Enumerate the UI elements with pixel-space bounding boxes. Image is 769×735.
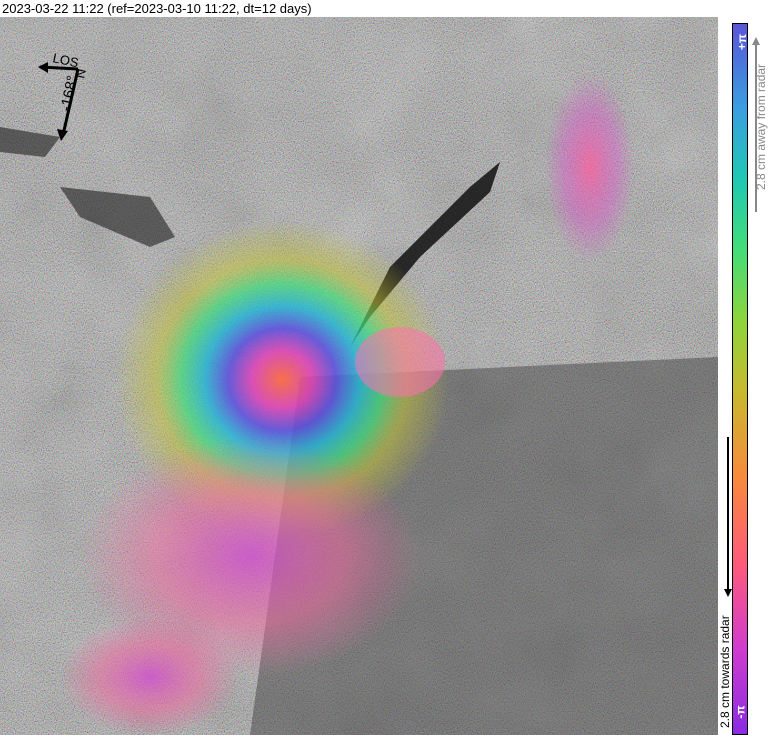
towards-radar-label: 2.8 cm towards radar xyxy=(718,615,732,728)
away-from-radar-label: 2.8 cm away from radar xyxy=(754,63,768,190)
phase-colorbar xyxy=(732,23,748,735)
towards-arrow-icon xyxy=(724,437,732,597)
colorbar-top-label: +π xyxy=(735,33,750,51)
interferogram-image: LOS -168° N xyxy=(0,17,718,735)
image-title: 2023-03-22 11:22 (ref=2023-03-10 11:22, … xyxy=(0,0,769,17)
colorbar-bottom-label: -π xyxy=(733,705,748,719)
